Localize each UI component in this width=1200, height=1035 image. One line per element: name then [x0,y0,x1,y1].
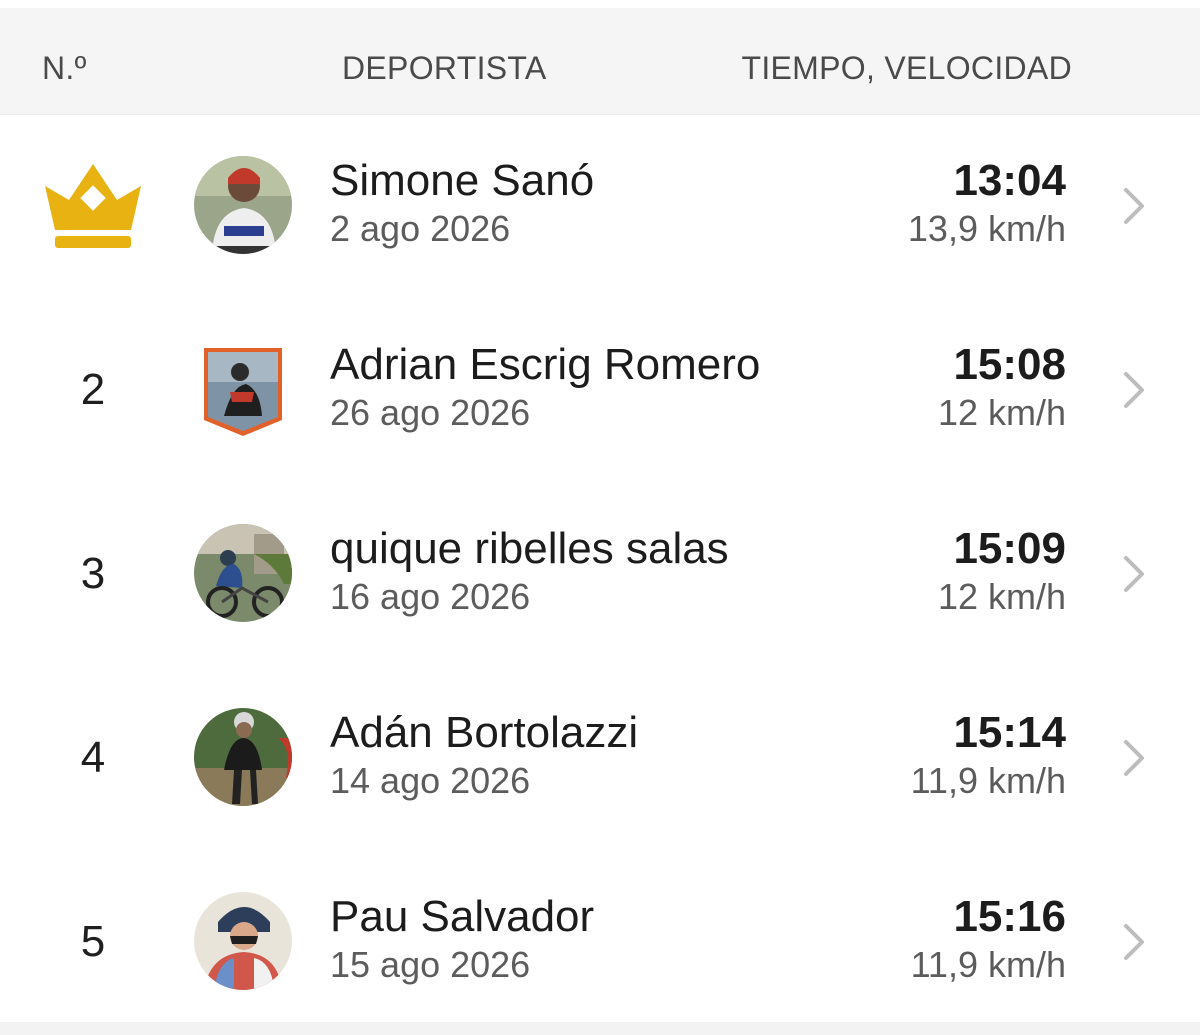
leaderboard-row[interactable]: 3 quique ribelles salas 16 ago 2026 15:0… [0,482,1200,666]
crown-icon [45,164,141,248]
effort-date: 2 ago 2026 [330,208,511,249]
leaderboard-row[interactable]: Simone Sanó 2 ago 2026 13:04 13,9 km/h [0,114,1200,298]
effort-time: 15:14 [953,708,1066,757]
athlete-name: quique ribelles salas [330,524,729,573]
leaderboard-header: N.º DEPORTISTA TIEMPO, VELOCIDAD [0,8,1200,115]
leaderboard-page: N.º DEPORTISTA TIEMPO, VELOCIDAD Simone … [0,0,1200,1035]
athlete-name: Adán Bortolazzi [330,708,639,757]
chevron-right-icon[interactable] [1118,736,1150,780]
athlete-avatar[interactable] [194,524,292,622]
effort-time: 15:16 [953,892,1066,941]
athlete-name: Pau Salvador [330,892,595,941]
athlete-avatar[interactable] [194,708,292,806]
leaderboard-row[interactable]: 2 Adrian Escrig Romero 26 ago 2026 15:08… [0,298,1200,482]
chevron-right-icon[interactable] [1118,552,1150,596]
effort-date: 26 ago 2026 [330,392,531,433]
athlete-avatar[interactable] [202,346,284,438]
chevron-right-icon[interactable] [1118,368,1150,412]
leaderboard-row[interactable]: 5 Pau Salvador 15 ago 2026 15:16 11,9 km… [0,850,1200,1034]
effort-time: 15:09 [953,524,1066,573]
rank-column-header: N.º [42,50,87,86]
effort-speed: 12 km/h [937,576,1066,617]
effort-speed: 11,9 km/h [910,944,1066,985]
athlete-avatar[interactable] [194,892,292,990]
effort-speed: 11,9 km/h [910,760,1066,801]
effort-speed: 12 km/h [937,392,1066,433]
athlete-avatar[interactable] [194,156,292,254]
effort-time: 13:04 [953,156,1066,205]
effort-date: 16 ago 2026 [330,576,531,617]
rank-cell: 2 [80,365,106,414]
effort-date: 15 ago 2026 [330,944,531,985]
chevron-right-icon[interactable] [1118,920,1150,964]
effort-speed: 13,9 km/h [907,208,1066,249]
chevron-right-icon[interactable] [1118,184,1150,228]
effort-date: 14 ago 2026 [330,760,531,801]
rank-cell: 5 [80,917,106,966]
rank-cell: 4 [80,733,106,782]
rank-cell: 3 [80,549,106,598]
bottom-divider [0,1022,1200,1035]
athlete-name: Simone Sanó [330,156,595,205]
athlete-name: Adrian Escrig Romero [330,340,761,389]
athlete-column-header: DEPORTISTA [342,50,547,86]
rank-cell [40,114,146,298]
leaderboard-row[interactable]: 4 Adán Bortolazzi 14 ago 2026 15:14 11,9… [0,666,1200,850]
effort-time: 15:08 [953,340,1066,389]
time-speed-column-header: TIEMPO, VELOCIDAD [741,50,1072,86]
